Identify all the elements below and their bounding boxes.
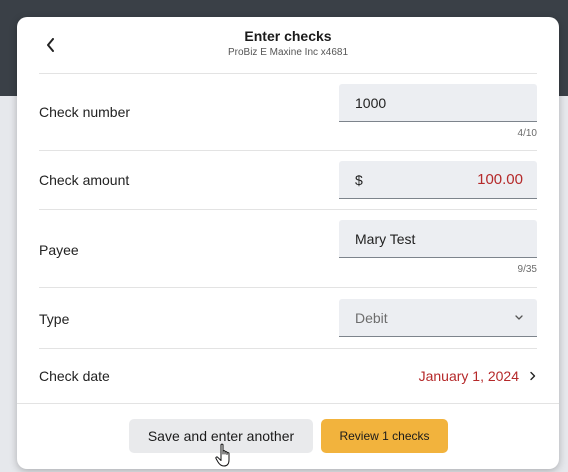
chevron-right-icon [530, 371, 536, 381]
payee-counter: 9/35 [517, 264, 537, 275]
check-number-counter: 4/10 [517, 128, 537, 139]
hand-pointer-icon [215, 443, 230, 467]
check-date-value: January 1, 2024 [418, 368, 519, 384]
divider [39, 73, 537, 74]
chevron-down-icon [515, 315, 523, 320]
check-amount-field[interactable]: $ 100.00 [339, 161, 537, 199]
check-date-picker[interactable]: January 1, 2024 [419, 368, 537, 384]
divider [39, 348, 537, 349]
type-label: Type [39, 311, 70, 327]
dialog-title: Enter checks [244, 28, 332, 44]
type-select[interactable]: Debit [339, 299, 537, 337]
check-amount-value: 100.00 [477, 171, 523, 188]
check-amount-label: Check amount [39, 172, 130, 188]
divider [39, 150, 537, 151]
check-number-field[interactable]: 1000 [339, 84, 537, 122]
divider [39, 287, 537, 288]
dialog-header: Enter checks ProBiz E Maxine Inc x4681 [17, 17, 559, 73]
check-number-value: 1000 [355, 95, 387, 111]
review-checks-button[interactable]: Review 1 checks [321, 419, 448, 453]
check-number-label: Check number [39, 104, 131, 120]
currency-symbol: $ [355, 172, 363, 188]
divider [39, 209, 537, 210]
type-selected-value: Debit [355, 310, 388, 326]
payee-value: Mary Test [355, 231, 416, 247]
enter-checks-dialog: Enter checks ProBiz E Maxine Inc x4681 C… [17, 17, 559, 469]
check-date-label: Check date [39, 368, 110, 384]
footer-divider [17, 403, 559, 404]
dialog-subtitle: ProBiz E Maxine Inc x4681 [227, 47, 349, 58]
payee-field[interactable]: Mary Test [339, 220, 537, 258]
payee-label: Payee [39, 242, 79, 258]
